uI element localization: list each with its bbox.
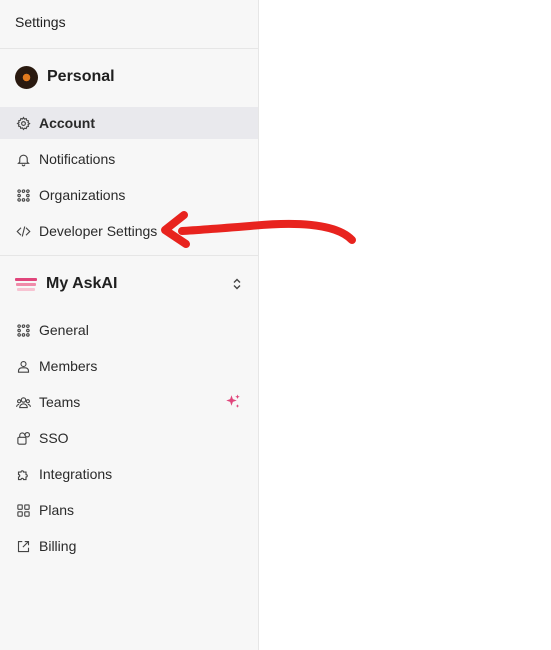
grid-dots-icon	[15, 187, 31, 203]
sidebar-item-label: Members	[39, 358, 98, 374]
page-title: Settings	[0, 0, 258, 49]
external-link-icon	[15, 538, 31, 554]
chevron-up-down-icon[interactable]	[232, 278, 242, 290]
gear-icon	[15, 115, 31, 131]
sidebar-item-organizations[interactable]: Organizations	[0, 179, 258, 211]
squares-icon	[15, 502, 31, 518]
sidebar-item-label: Developer Settings	[39, 223, 158, 239]
sidebar-item-label: Organizations	[39, 187, 126, 203]
sidebar-item-members[interactable]: Members	[0, 350, 258, 382]
grid-dots-icon	[15, 322, 31, 338]
personal-section-header: Personal	[0, 49, 258, 105]
sso-icon	[15, 430, 31, 446]
sidebar-item-sso[interactable]: SSO	[0, 422, 258, 454]
sidebar-item-account[interactable]: Account	[0, 107, 258, 139]
sidebar-item-billing[interactable]: Billing	[0, 530, 258, 562]
sidebar-item-general[interactable]: General	[0, 314, 258, 346]
code-icon	[15, 223, 31, 239]
bell-icon	[15, 151, 31, 167]
sidebar-item-label: SSO	[39, 430, 69, 446]
askai-logo	[15, 277, 37, 291]
puzzle-icon	[15, 466, 31, 482]
sparkle-icon	[224, 393, 242, 411]
sidebar-item-label: Teams	[39, 394, 81, 410]
sidebar-item-label: Plans	[39, 502, 75, 518]
sidebar-item-label: Notifications	[39, 151, 116, 167]
sidebar-item-label: Integrations	[39, 466, 113, 482]
sidebar-item-plans[interactable]: Plans	[0, 494, 258, 526]
sidebar-item-label: General	[39, 322, 89, 338]
users-icon	[15, 394, 31, 410]
sidebar-item-teams[interactable]: Teams	[0, 386, 258, 418]
user-icon	[15, 358, 31, 374]
sidebar-item-label: Billing	[39, 538, 77, 554]
personal-label: Personal	[47, 68, 115, 85]
workspace-switcher[interactable]: My AskAI	[0, 256, 258, 312]
sidebar-item-notifications[interactable]: Notifications	[0, 143, 258, 175]
sidebar-item-label: Account	[39, 115, 95, 131]
settings-sidebar: Settings Personal Account Notifications …	[0, 0, 259, 650]
avatar	[15, 65, 38, 89]
sidebar-item-developer-settings[interactable]: Developer Settings	[0, 215, 258, 247]
sidebar-item-integrations[interactable]: Integrations	[0, 458, 258, 490]
workspace-label: My AskAI	[46, 275, 118, 292]
